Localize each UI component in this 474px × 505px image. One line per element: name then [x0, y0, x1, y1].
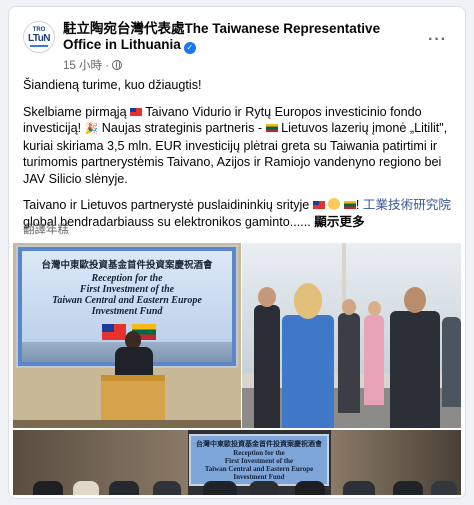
- bottom-screen-en-line2: First Investment of the: [224, 457, 294, 465]
- person-bg-2-head: [368, 301, 381, 316]
- person-bg-2: [364, 315, 384, 405]
- bottom-screen-title-zh: 台灣中東歐投資基金首件投資案慶祝酒會: [196, 439, 322, 448]
- itri-hashtag-link[interactable]: 工業技術研究院: [363, 198, 451, 212]
- verified-badge-icon: ✓: [183, 42, 196, 54]
- p2-text-3: Naujas strateginis partneris -: [101, 121, 263, 135]
- screen-title-en: Reception for the First Investment of th…: [22, 273, 232, 317]
- photo-audience[interactable]: 台灣中東歐投資基金首件投資案慶祝酒會 Reception for the Fir…: [13, 430, 461, 495]
- page-avatar[interactable]: TRO LTuN: [23, 21, 55, 53]
- party-popper-icon: 🎉: [84, 123, 99, 135]
- audience-member: [249, 481, 279, 495]
- lithuania-flag-icon: [265, 124, 278, 132]
- screen-en-line4: Investment Fund: [91, 306, 163, 317]
- meta-separator: ·: [105, 60, 110, 72]
- bottom-screen-en-line1: Reception for the: [233, 449, 285, 457]
- post-card: TRO LTuN 駐立陶宛台灣代表處The Taiwanese Represen…: [8, 6, 466, 499]
- audience-member: [153, 481, 181, 495]
- audience-member: [109, 481, 139, 495]
- audience-member: [73, 481, 99, 495]
- man-dark-suit: [390, 311, 440, 428]
- person-left: [254, 305, 280, 428]
- person-left-head: [258, 287, 276, 307]
- woman-blue-jacket: [282, 315, 334, 428]
- audience-member: [295, 481, 325, 495]
- man-head: [404, 287, 426, 313]
- taiwan-flag-icon: [312, 201, 325, 209]
- audience-member: [343, 481, 375, 495]
- audience-member: [393, 481, 423, 495]
- bottom-screen-en-line4: Investment Fund: [233, 473, 285, 481]
- photo-grid: 台灣中東歐投資基金首件投資案慶祝酒會 Reception for the Fir…: [13, 243, 461, 495]
- audience-member: [431, 481, 457, 495]
- bottom-event-screen: 台灣中東歐投資基金首件投資案慶祝酒會 Reception for the Fir…: [189, 434, 329, 486]
- lithuania-flag-icon: [343, 201, 356, 209]
- screen-title-zh: 台灣中東歐投資基金首件投資案慶祝酒會: [41, 260, 213, 271]
- post-paragraph-2: Skelbiame pirmąją Taivano Vidurio ir Ryt…: [23, 104, 455, 188]
- person-bg-1-head: [342, 299, 356, 315]
- see-more-link[interactable]: 顯示更多: [314, 215, 364, 229]
- p3-exclaim: !: [355, 198, 360, 212]
- post-paragraph-3: Taivano ir Lietuvos partnerystė puslaidi…: [23, 197, 455, 230]
- screen-en-line2: First Investment of the: [79, 284, 175, 295]
- photo-speaker[interactable]: 台灣中東歐投資基金首件投資案慶祝酒會 Reception for the Fir…: [13, 243, 241, 428]
- page-name-link[interactable]: 駐立陶宛台灣代表處The Taiwanese Representative Of…: [63, 21, 403, 54]
- bottom-screen-en-line3: Taiwan Central and Eastern Europe: [204, 465, 314, 473]
- taiwan-flag-icon: [130, 107, 143, 116]
- photo-handshake[interactable]: [242, 243, 461, 428]
- page-name[interactable]: 駐立陶宛台灣代表處The Taiwanese Representative Of…: [63, 21, 380, 52]
- post-meta: 15 小時 ·: [63, 57, 123, 73]
- person-bg-3: [442, 317, 461, 407]
- globe-icon[interactable]: [112, 60, 123, 70]
- person-bg-1: [338, 313, 360, 413]
- avatar-bar: [30, 45, 48, 47]
- audience-member: [33, 481, 63, 495]
- see-translation-link[interactable]: 翻譯年糕: [23, 221, 69, 237]
- post-text: Šiandieną turime, kuo džiaugtis! Skelbia…: [23, 77, 455, 240]
- wall-panel: [13, 420, 241, 428]
- woman-head: [294, 283, 322, 319]
- screen-en-line3: Taiwan Central and Eastern Europe: [52, 295, 202, 306]
- p3-text-1: Taivano ir Lietuvos partnerystė puslaidi…: [23, 198, 310, 212]
- handshake-icon: [328, 198, 341, 210]
- post-header: TRO LTuN 駐立陶宛台灣代表處The Taiwanese Represen…: [23, 21, 453, 72]
- avatar-text-main: LTuN: [27, 33, 51, 44]
- post-line-1: Šiandieną turime, kuo džiaugtis!: [23, 77, 455, 94]
- bottom-screen-title-en: Reception for the First Investment of th…: [191, 449, 327, 481]
- line1-text: Šiandieną turime, kuo džiaugtis!: [23, 78, 202, 92]
- screen-en-line1: Reception for the: [91, 273, 163, 284]
- post-timestamp[interactable]: 15 小時: [63, 60, 102, 72]
- p2-text-1: Skelbiame pirmąją: [23, 104, 127, 119]
- taiwan-flag-icon: [102, 324, 126, 340]
- audience-member: [203, 481, 237, 495]
- more-options-button[interactable]: ···: [428, 31, 447, 49]
